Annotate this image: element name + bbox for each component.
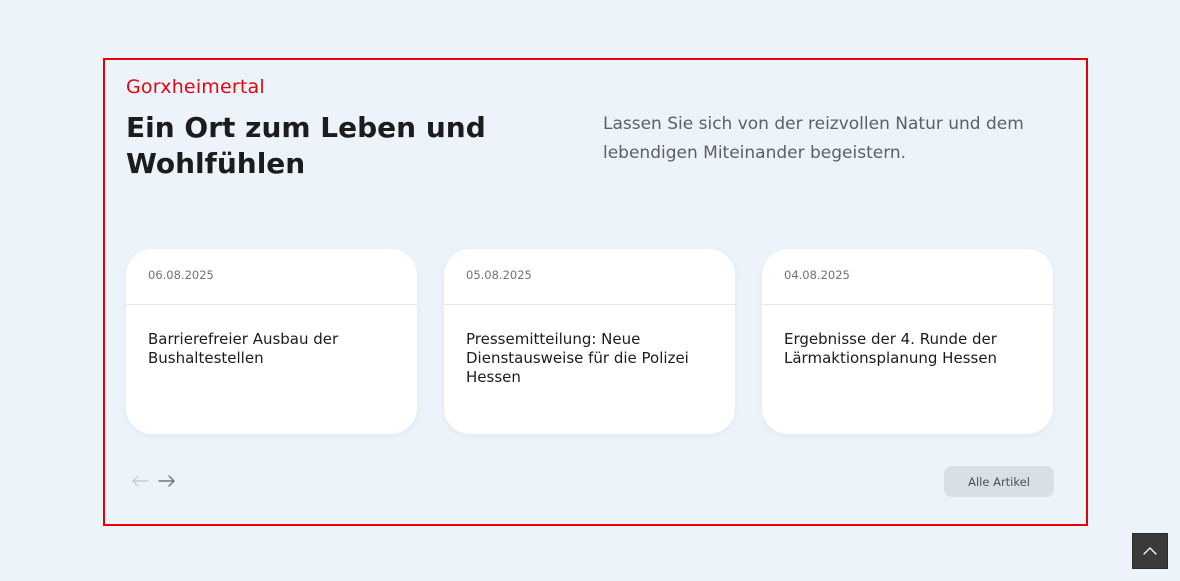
arrow-left-icon [132, 475, 149, 487]
section-intro: Lassen Sie sich von der reizvollen Natur… [603, 114, 1024, 163]
card-divider [444, 304, 735, 305]
article-card[interactable]: 04.08.2025 Ergebnisse der 4. Runde der L… [762, 249, 1053, 434]
article-card[interactable]: 05.08.2025 Pressemitteilung: Neue Dienst… [444, 249, 735, 434]
all-articles-button[interactable]: Alle Artikel [944, 466, 1054, 497]
section-kicker: Gorxheimertal [126, 76, 265, 98]
prev-arrow-button[interactable] [130, 471, 150, 491]
card-divider [762, 304, 1053, 305]
article-card[interactable]: 06.08.2025 Barrierefreier Ausbau der Bus… [126, 249, 417, 434]
card-divider [126, 304, 417, 305]
article-headline[interactable]: Ergebnisse der 4. Runde der Lärmaktionsp… [784, 330, 1039, 368]
article-headline[interactable]: Barrierefreier Ausbau der Bushaltestelle… [148, 330, 403, 368]
section-title: Ein Ort zum Leben und Wohlfühlen [126, 111, 486, 180]
chevron-up-icon [1143, 547, 1157, 555]
article-date: 06.08.2025 [148, 268, 214, 282]
article-date: 04.08.2025 [784, 268, 850, 282]
article-headline[interactable]: Pressemitteilung: Neue Dienstausweise fü… [466, 330, 721, 387]
article-date: 05.08.2025 [466, 268, 532, 282]
scroll-to-top-button[interactable] [1132, 533, 1168, 569]
next-arrow-button[interactable] [157, 471, 177, 491]
arrow-right-icon [158, 475, 175, 487]
